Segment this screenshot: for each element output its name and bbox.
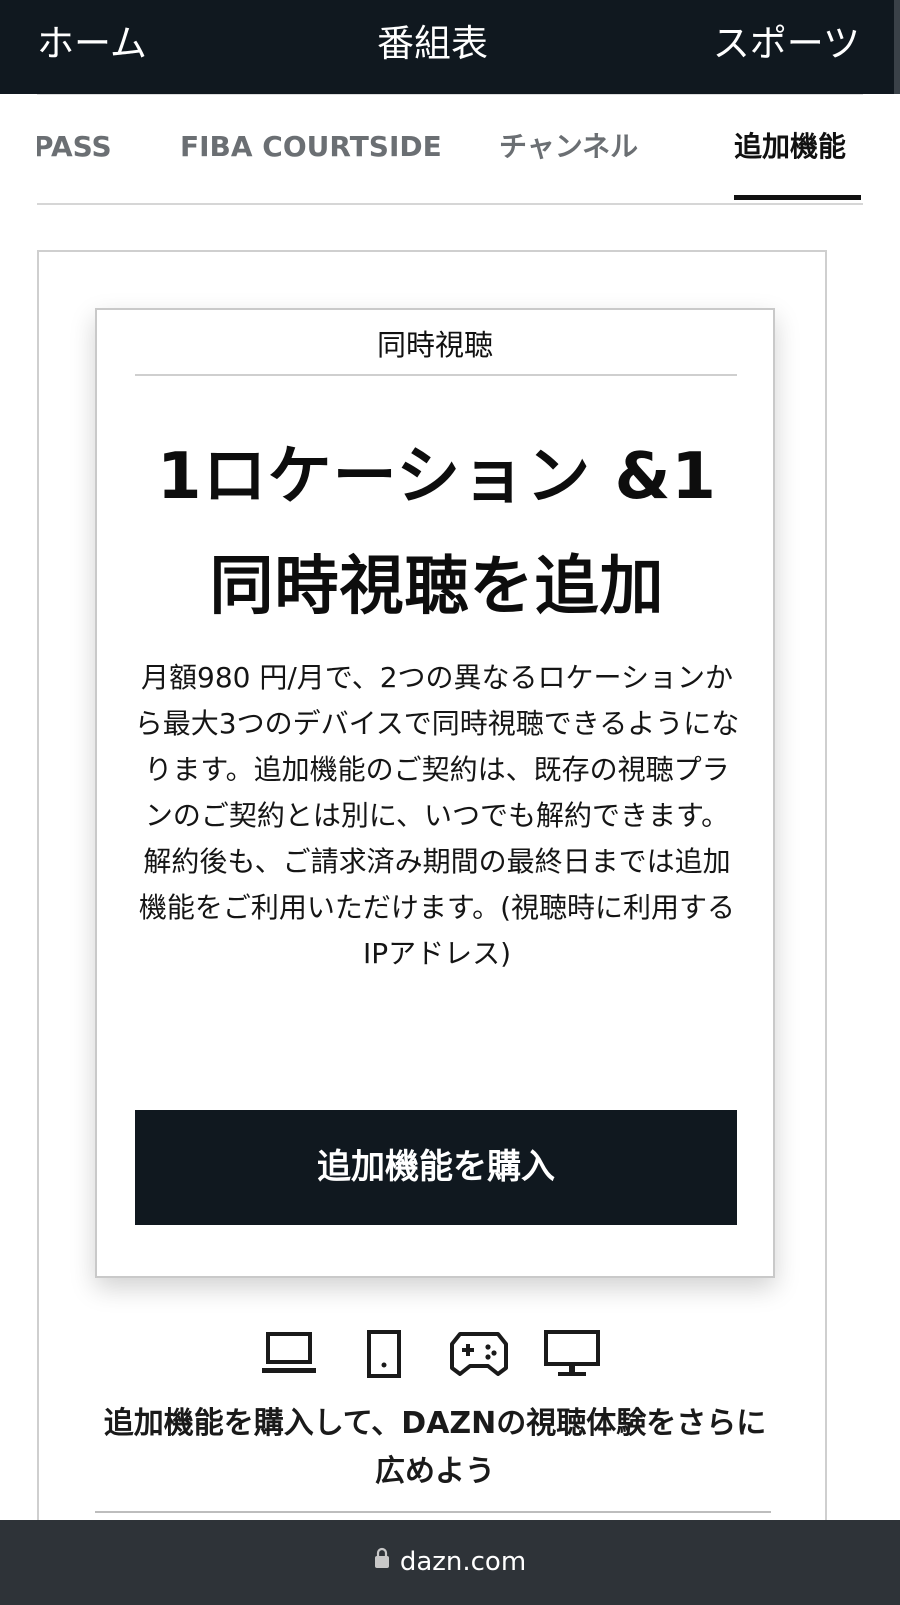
nav-sports-link[interactable]: スポーツ [713, 18, 860, 70]
active-tab-indicator [734, 195, 861, 200]
tab-bar: PASS FIBA COURTSIDE チャンネル 追加機能 [37, 94, 863, 205]
card-label: 同時視聴 [376, 328, 493, 362]
screen: ホーム 番組表 スポーツ PASS FIBA COURTSIDE チャンネル 追… [0, 0, 900, 1605]
tablet-icon [367, 1330, 401, 1382]
top-navigation: ホーム 番組表 スポーツ [0, 0, 900, 94]
card-title: 1ロケーション &1 同時視聴を追加 [117, 422, 757, 642]
card-title-line1: 1ロケーション &1 [157, 440, 717, 514]
scroll-edge [894, 0, 900, 94]
lock-icon [374, 1541, 390, 1581]
tab-fiba-courtside[interactable]: FIBA COURTSIDE [180, 125, 442, 169]
tab-addons[interactable]: 追加機能 [734, 125, 846, 169]
card-title-line2: 同時視聴を追加 [209, 550, 665, 624]
device-icons [262, 1330, 612, 1386]
browser-url-bar[interactable]: dazn.com [0, 1520, 900, 1605]
laptop-icon [262, 1330, 316, 1380]
nav-home-link[interactable]: ホーム [37, 18, 147, 70]
tab-channel[interactable]: チャンネル [499, 125, 638, 169]
section-divider [95, 1511, 771, 1513]
url-display: dazn.com [0, 1542, 900, 1582]
tab-pass[interactable]: PASS [37, 125, 112, 169]
addon-card: 同時視聴 1ロケーション &1 同時視聴を追加 月額980 円/月で、2つの異な… [95, 308, 775, 1278]
buy-addon-button[interactable]: 追加機能を購入 [135, 1110, 737, 1225]
gamepad-icon [448, 1330, 510, 1382]
card-divider [135, 374, 737, 376]
nav-schedule-link[interactable]: 番組表 [377, 18, 488, 70]
url-text: dazn.com [399, 1547, 527, 1577]
tv-icon [544, 1330, 600, 1382]
promo-text: 追加機能を購入して、DAZNの視聴体験をさらに広めよう [103, 1406, 767, 1489]
card-description: 月額980 円/月で、2つの異なるロケーションから最大3つのデバイスで同時視聴で… [134, 661, 740, 970]
